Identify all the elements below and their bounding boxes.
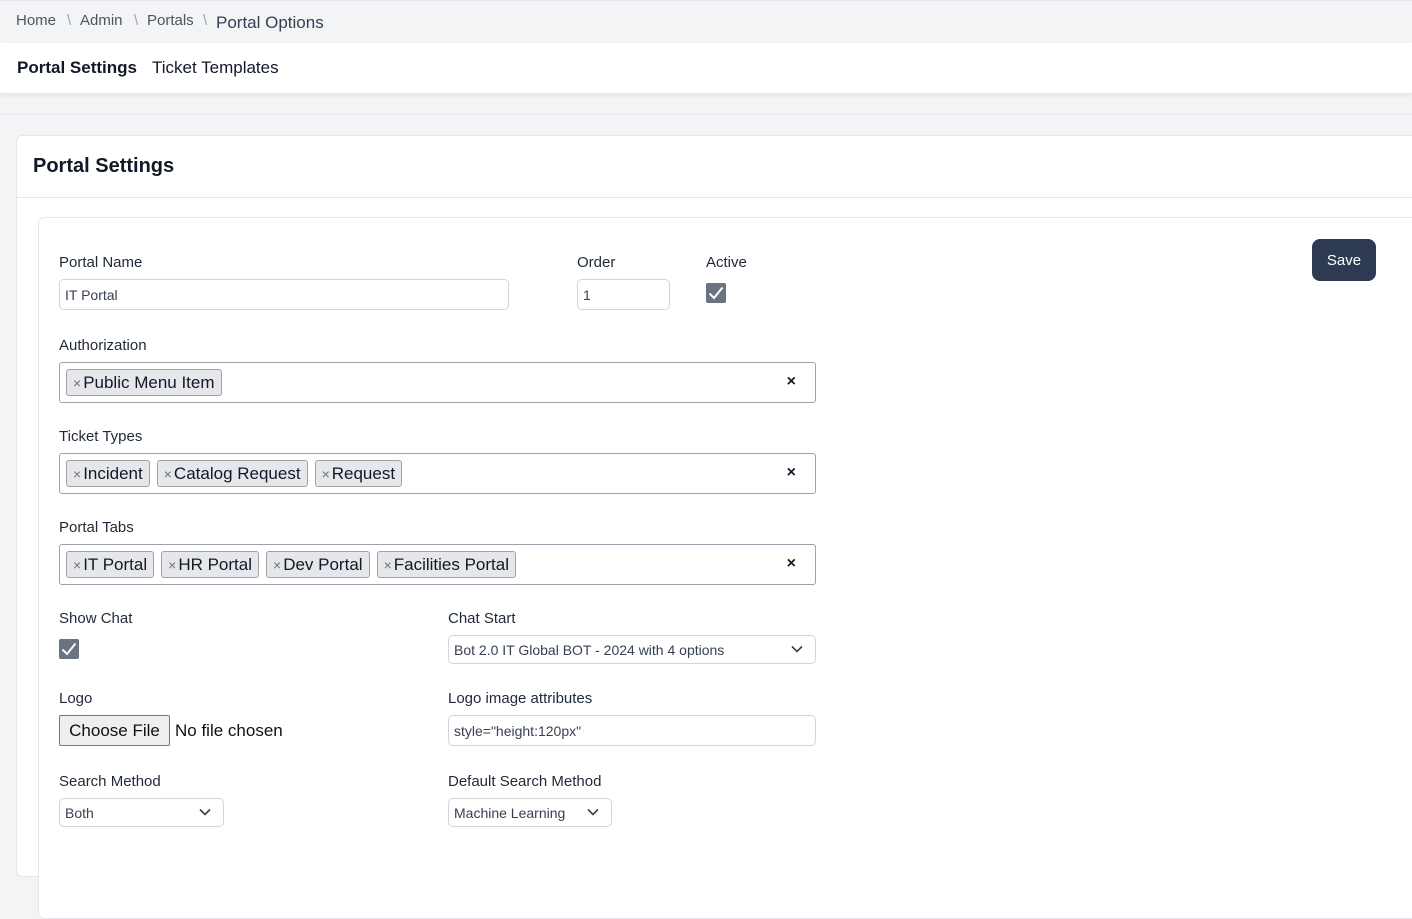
- tab-bar: Portal Settings Ticket Templates: [0, 43, 1412, 94]
- ticket-type-tag: × Incident: [66, 460, 150, 487]
- remove-tag-icon[interactable]: ×: [384, 557, 392, 573]
- portal-name-input[interactable]: [59, 279, 509, 310]
- authorization-multiselect[interactable]: × Public Menu Item ×: [59, 362, 816, 403]
- logo-label: Logo: [59, 690, 93, 707]
- tag-label: Request: [331, 463, 396, 483]
- ticket-types-multiselect[interactable]: × Incident × Catalog Request × Request ×: [59, 453, 816, 494]
- tab-ticket-templates[interactable]: Ticket Templates: [152, 58, 279, 78]
- search-method-select[interactable]: Both: [59, 798, 224, 827]
- tag-label: Public Menu Item: [83, 372, 215, 392]
- portal-tab-tag: × IT Portal: [66, 551, 155, 578]
- clear-selection-icon[interactable]: ×: [787, 555, 796, 573]
- ticket-types-label: Ticket Types: [59, 428, 143, 445]
- clear-selection-icon[interactable]: ×: [787, 373, 796, 391]
- remove-tag-icon[interactable]: ×: [168, 557, 176, 573]
- tag-label: Catalog Request: [173, 463, 301, 483]
- remove-tag-icon[interactable]: ×: [322, 466, 330, 482]
- show-chat-checkbox[interactable]: [59, 639, 79, 659]
- remove-tag-icon[interactable]: ×: [273, 557, 281, 573]
- chat-start-value: Bot 2.0 IT Global BOT - 2024 with 4 opti…: [454, 642, 725, 658]
- file-status: No file chosen: [175, 721, 283, 740]
- default-search-method-label: Default Search Method: [448, 773, 602, 790]
- authorization-tag: × Public Menu Item: [66, 369, 222, 396]
- portal-tab-tag: × Facilities Portal: [376, 551, 517, 578]
- breadcrumb-separator: \: [134, 12, 139, 29]
- ticket-type-tag: × Request: [314, 460, 403, 487]
- chevron-down-icon: [587, 808, 599, 816]
- portal-settings-card: Portal Settings Save Portal Name Order A…: [16, 135, 1412, 919]
- breadcrumb-admin[interactable]: Admin: [80, 12, 123, 29]
- chat-start-select[interactable]: Bot 2.0 IT Global BOT - 2024 with 4 opti…: [448, 635, 816, 664]
- breadcrumb-separator: \: [67, 12, 72, 29]
- card-title: Portal Settings: [33, 155, 175, 177]
- default-search-method-select[interactable]: Machine Learning: [448, 798, 612, 827]
- search-method-value: Both: [65, 805, 94, 821]
- remove-tag-icon[interactable]: ×: [73, 466, 81, 482]
- portal-tabs-multiselect[interactable]: × IT Portal × HR Portal × Dev Portal × F…: [59, 544, 816, 585]
- tab-portal-settings[interactable]: Portal Settings: [17, 58, 137, 78]
- choose-file-button[interactable]: Choose File: [59, 715, 170, 746]
- portal-tab-tag: × HR Portal: [161, 551, 259, 578]
- chat-start-label: Chat Start: [448, 610, 516, 627]
- tag-label: HR Portal: [178, 554, 252, 574]
- breadcrumb: Home \ Admin \ Portals \ Portal Options: [0, 0, 1412, 44]
- active-label: Active: [706, 254, 747, 271]
- tag-label: Facilities Portal: [393, 554, 510, 574]
- order-label: Order: [577, 254, 616, 271]
- default-search-method-value: Machine Learning: [454, 805, 566, 821]
- settings-form: Save Portal Name Order Active Authorizat…: [38, 217, 1412, 919]
- breadcrumb-current: Portal Options: [216, 13, 324, 32]
- remove-tag-icon[interactable]: ×: [164, 466, 172, 482]
- authorization-label: Authorization: [59, 337, 147, 354]
- remove-tag-icon[interactable]: ×: [73, 375, 81, 391]
- breadcrumb-home[interactable]: Home: [16, 12, 56, 29]
- logo-attributes-input[interactable]: [448, 715, 816, 746]
- checkmark-icon: [61, 642, 77, 656]
- clear-selection-icon[interactable]: ×: [787, 464, 796, 482]
- order-input[interactable]: [577, 279, 670, 310]
- card-divider: [17, 197, 1412, 198]
- chevron-down-icon: [199, 808, 211, 816]
- ticket-type-tag: × Catalog Request: [156, 460, 308, 487]
- portal-tab-tag: × Dev Portal: [266, 551, 370, 578]
- portal-tabs-label: Portal Tabs: [59, 519, 134, 536]
- save-button[interactable]: Save: [1312, 239, 1376, 281]
- tag-label: Dev Portal: [283, 554, 363, 574]
- chevron-down-icon: [791, 645, 803, 653]
- tag-label: IT Portal: [83, 554, 148, 574]
- divider: [0, 114, 1412, 115]
- show-chat-label: Show Chat: [59, 610, 133, 627]
- breadcrumb-separator: \: [203, 12, 208, 29]
- portal-name-label: Portal Name: [59, 254, 143, 271]
- search-method-label: Search Method: [59, 773, 161, 790]
- active-checkbox[interactable]: [706, 283, 726, 303]
- remove-tag-icon[interactable]: ×: [73, 557, 81, 573]
- breadcrumb-portals[interactable]: Portals: [147, 12, 194, 29]
- tag-label: Incident: [83, 463, 143, 483]
- checkmark-icon: [708, 286, 724, 300]
- logo-attributes-label: Logo image attributes: [448, 690, 593, 707]
